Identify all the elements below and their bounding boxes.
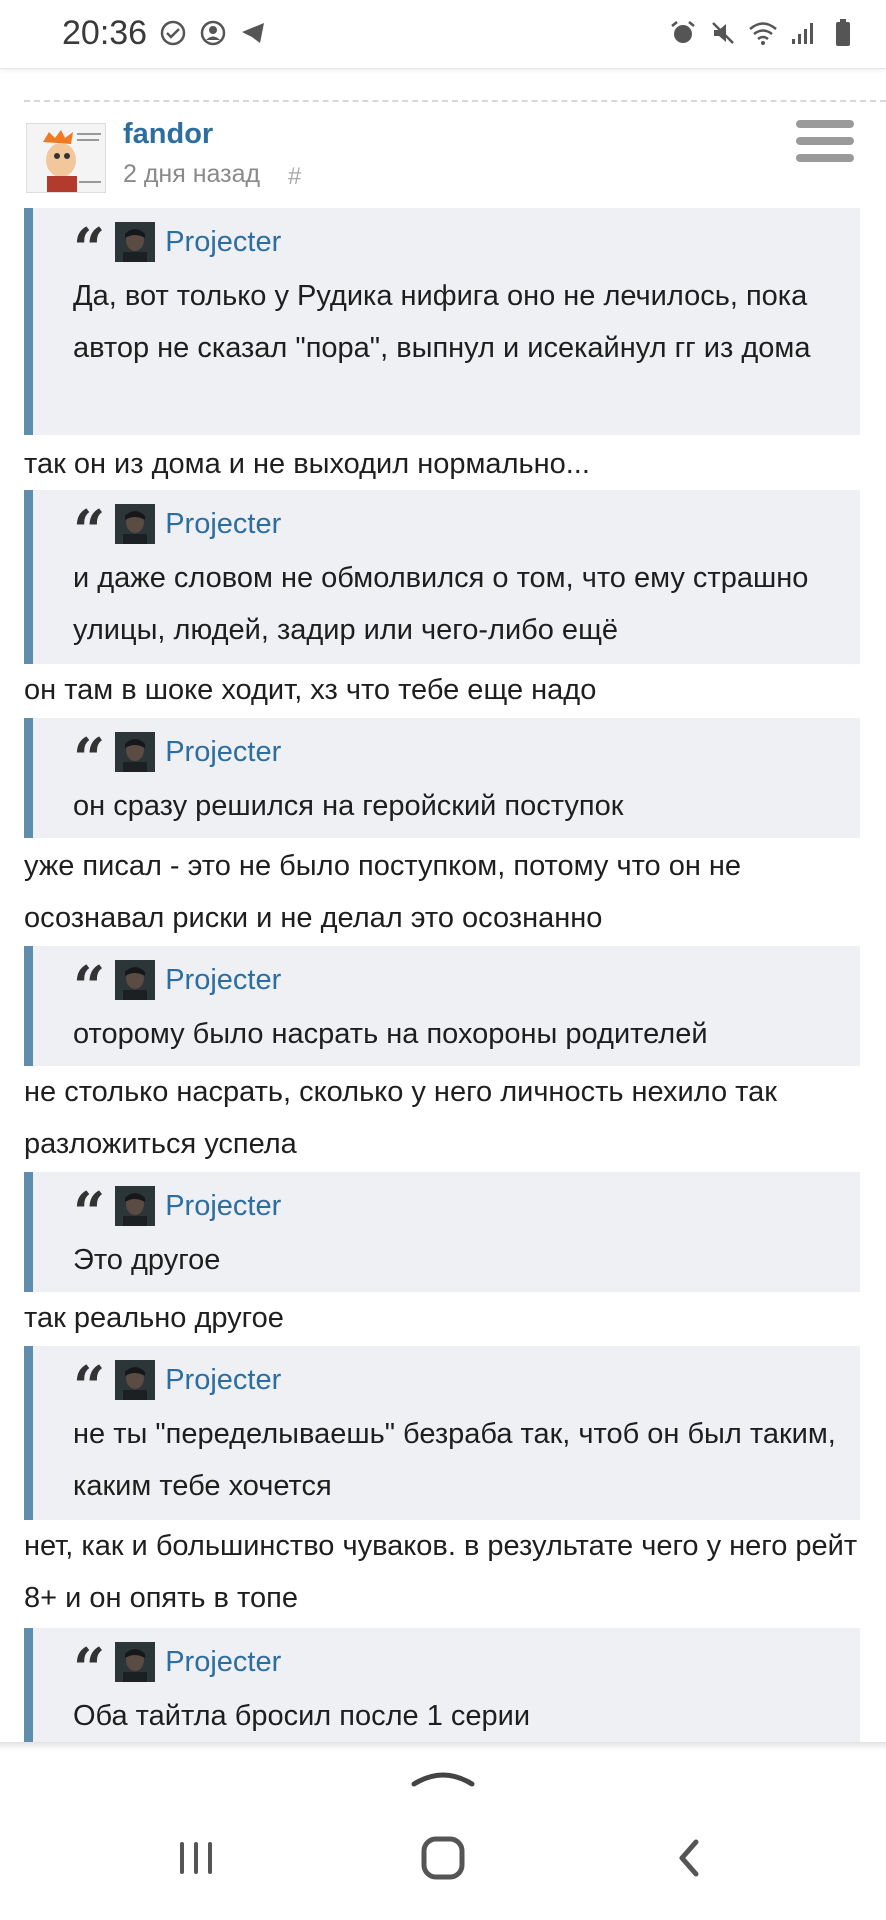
chevron-up-icon[interactable] (410, 1764, 476, 1790)
post-divider (24, 100, 886, 102)
post-timestamp: 2 дня назад (123, 160, 261, 188)
signal-icon (788, 18, 818, 48)
quote-author-avatar (115, 1642, 156, 1682)
quote-mark-icon: “ (73, 498, 105, 564)
quote-text: он сразу решился на геройский поступок (73, 790, 624, 822)
mute-icon (708, 18, 738, 48)
quote-mark-icon: “ (73, 726, 105, 792)
reply-text: он там в шоке ходит, хз что тебе еще над… (24, 674, 597, 706)
quote-mark-icon: “ (73, 954, 105, 1020)
quote-mark-icon: “ (73, 216, 105, 282)
telegram-icon (238, 18, 268, 48)
reply-text: не столько насрать, сколько у него лично… (24, 1076, 777, 1160)
quote-author-name[interactable]: Projecter (165, 964, 281, 997)
reply-text: так реально другое (24, 1302, 284, 1334)
quote-block: “ Projecter Это другое (24, 1172, 860, 1292)
quote-block: “ Projecter Оба тайтла бросил после 1 се… (24, 1628, 860, 1742)
quote-author-name[interactable]: Projecter (165, 226, 281, 259)
home-icon[interactable] (413, 1828, 473, 1888)
author-avatar[interactable] (26, 123, 106, 193)
quote-mark-icon: “ (73, 1180, 105, 1246)
quote-text: Да, вот только у Рудика нифига оно не ле… (73, 280, 811, 364)
quote-text: не ты "переделываешь" безраба так, чтоб … (73, 1418, 836, 1502)
reply-text: уже писал - это не было поступком, потом… (24, 850, 742, 934)
quote-author-name[interactable]: Projecter (165, 508, 281, 541)
quote-author-avatar (115, 732, 156, 772)
quote-author-name[interactable]: Projecter (165, 1364, 281, 1397)
quote-author-avatar (115, 504, 156, 544)
quote-author-avatar (115, 1186, 156, 1226)
quote-block: “ Projecter и даже словом не обмолвился … (24, 490, 860, 664)
quote-text: и даже словом не обмолвился о том, что е… (73, 562, 809, 646)
account-circle-icon (198, 18, 228, 48)
quote-mark-icon: “ (73, 1354, 105, 1420)
alarm-icon (668, 18, 698, 48)
quote-text: Это другое (73, 1244, 221, 1276)
system-navigation-bar (0, 1750, 886, 1920)
menu-icon[interactable] (796, 118, 854, 164)
check-circle-icon (158, 18, 188, 48)
quote-author-name[interactable]: Projecter (165, 1190, 281, 1223)
reply-text: так он из дома и не выходил нормально... (24, 448, 590, 480)
quote-block: “ Projecter оторому было насрать на похо… (24, 946, 860, 1066)
back-icon[interactable] (660, 1828, 720, 1888)
battery-icon (828, 18, 858, 48)
quote-block: “ Projecter Да, вот только у Рудика нифи… (24, 208, 860, 435)
quote-author-avatar (115, 222, 156, 262)
quote-author-name[interactable]: Projecter (165, 1646, 281, 1679)
permalink-link[interactable]: # (288, 163, 301, 191)
recent-apps-icon[interactable] (166, 1828, 226, 1888)
quote-block: “ Projecter не ты "переделываешь" безраб… (24, 1346, 860, 1520)
quote-mark-icon: “ (73, 1636, 105, 1702)
quote-author-name[interactable]: Projecter (165, 736, 281, 769)
quote-block: “ Projecter он сразу решился на геройски… (24, 718, 860, 838)
quote-text: Оба тайтла бросил после 1 серии (73, 1700, 531, 1732)
quote-text: оторому было насрать на похороны родител… (73, 1018, 708, 1050)
quote-author-avatar (115, 1360, 156, 1400)
post-header: fandor 2 дня назад # (24, 118, 862, 198)
bottom-divider (0, 1742, 886, 1750)
reply-text: нет, как и большинство чуваков. в резуль… (24, 1530, 858, 1614)
quote-author-avatar (115, 960, 156, 1000)
wifi-icon (748, 18, 778, 48)
status-time: 20:36 (62, 14, 148, 52)
status-bar: 20:36 (0, 0, 886, 69)
author-name[interactable]: fandor (123, 118, 213, 151)
